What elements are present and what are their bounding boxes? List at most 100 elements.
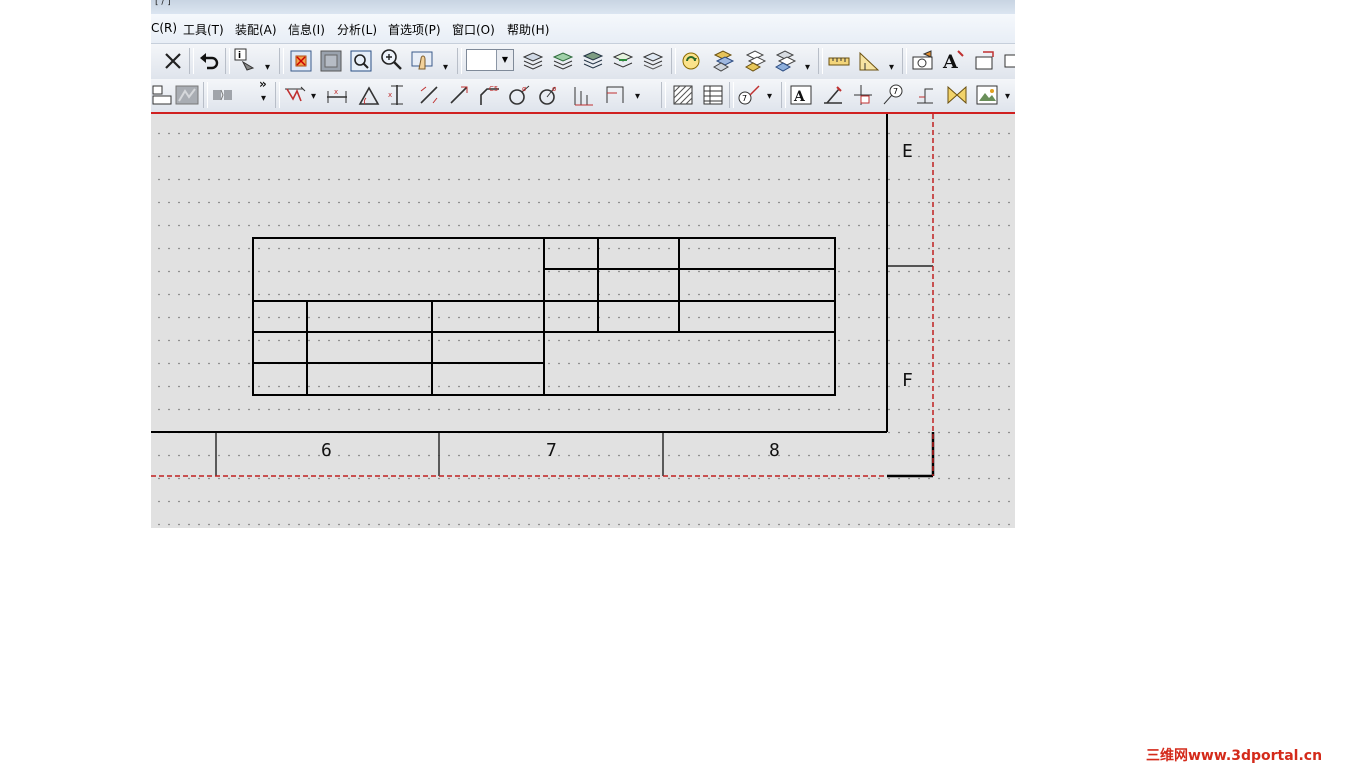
svg-text:7: 7 — [893, 87, 898, 96]
toolbar-separator — [781, 82, 786, 108]
overflow-dropdown-arrow[interactable]: ▾ — [261, 93, 266, 104]
drawing-canvas[interactable]: 6 7 8 E F — [151, 114, 1015, 528]
layer-category-icon[interactable] — [641, 49, 665, 73]
chamfer-c5-icon[interactable]: C5 — [477, 83, 501, 107]
menu-item-window[interactable]: 窗口(O) — [452, 21, 495, 38]
menu-bar: C(R) 工具(T) 装配(A) 信息(I) 分析(L) 首选项(P) 窗口(O… — [151, 14, 1015, 44]
menu-item-format[interactable]: C(R) — [151, 21, 177, 35]
watermark-logo: 三维网www.3dportal.cn — [1146, 748, 1323, 764]
menu-item-preferences[interactable]: 首选项(P) — [388, 21, 441, 38]
layer-visible-icon[interactable] — [551, 49, 575, 73]
work-layer-combo[interactable]: ▼ — [466, 49, 514, 71]
id-symbol-icon[interactable]: 7 — [737, 83, 761, 107]
show-all-icon[interactable] — [773, 49, 797, 73]
measure-dropdown-arrow[interactable]: ▾ — [889, 62, 894, 73]
radius-dimension-icon[interactable]: ø — [537, 83, 561, 107]
toolbar-overflow-chevron[interactable]: » — [259, 77, 267, 91]
menu-item-tools[interactable]: 工具(T) — [183, 21, 224, 38]
pan-icon[interactable] — [411, 49, 435, 73]
drawing-sheet — [151, 114, 935, 478]
note-text-icon[interactable]: A — [789, 83, 813, 107]
dimension-dropdown-arrow[interactable]: ▾ — [311, 91, 316, 102]
ordinate-dimension-icon[interactable] — [571, 83, 595, 107]
zoom-window-icon[interactable] — [319, 49, 343, 73]
drawing-frame — [151, 114, 935, 478]
show-hide-icon[interactable] — [711, 49, 735, 73]
svg-text:ø: ø — [522, 85, 527, 93]
edit-dimension-icon[interactable] — [973, 49, 997, 73]
toolbar-separator — [203, 82, 208, 108]
toolbar-separator — [225, 48, 230, 74]
dimension-more-dropdown-arrow[interactable]: ▾ — [635, 91, 640, 102]
auto-dimension-icon[interactable] — [283, 83, 307, 107]
zone-column-label: 8 — [769, 440, 780, 461]
perpendicular-dimension-icon[interactable] — [417, 83, 441, 107]
refresh-icon[interactable] — [679, 49, 703, 73]
crosshatch-icon[interactable] — [671, 83, 695, 107]
drafting-toolbar: » ▾ ▾ x x C5 ø ø ▾ 7 ▾ A 7 ▾ — [151, 77, 1015, 113]
baseline-dimension-icon[interactable] — [603, 83, 627, 107]
svg-text:x: x — [388, 91, 392, 99]
menu-item-help[interactable]: 帮助(H) — [507, 21, 549, 38]
view-layout-icon[interactable] — [151, 83, 175, 107]
feature-control-icon[interactable] — [821, 83, 845, 107]
chamfer-dimension-icon[interactable] — [447, 83, 471, 107]
vertical-dimension-icon[interactable]: x — [385, 83, 409, 107]
table-icon[interactable] — [701, 83, 725, 107]
horizontal-dimension-icon[interactable]: x — [325, 83, 349, 107]
move-to-layer-icon[interactable] — [581, 49, 605, 73]
svg-text:A: A — [793, 89, 806, 105]
zone-row-label: F — [902, 370, 913, 391]
toolbar-separator — [818, 48, 823, 74]
more-tools-icon[interactable] — [1003, 49, 1015, 73]
chevron-down-icon[interactable]: ▼ — [496, 50, 513, 70]
info-dropdown-arrow[interactable]: ▾ — [265, 62, 270, 73]
weld-symbol-icon[interactable] — [913, 83, 937, 107]
title-text: [ / ] — [155, 0, 171, 7]
menu-item-info[interactable]: 信息(I) — [288, 21, 325, 38]
svg-text:ø: ø — [552, 85, 557, 93]
toolbar-separator — [279, 48, 284, 74]
diameter-dimension-icon[interactable]: ø — [507, 83, 531, 107]
delete-icon[interactable] — [161, 49, 185, 73]
image-icon[interactable] — [975, 83, 999, 107]
measure-angle-icon[interactable] — [857, 49, 881, 73]
datum-feature-icon[interactable] — [851, 83, 875, 107]
toolbar-separator — [729, 82, 734, 108]
toolbar-separator — [902, 48, 907, 74]
balloon-icon[interactable]: 7 — [881, 83, 905, 107]
image-dropdown-arrow[interactable]: ▾ — [1005, 91, 1010, 102]
toolbar-separator — [661, 82, 666, 108]
fit-view-icon[interactable] — [289, 49, 313, 73]
show-hide-dropdown-arrow[interactable]: ▾ — [805, 62, 810, 73]
measure-distance-icon[interactable] — [827, 49, 851, 73]
undo-icon[interactable] — [197, 49, 221, 73]
svg-text:x: x — [334, 88, 338, 96]
view-dropdown-arrow[interactable]: ▾ — [443, 62, 448, 73]
copy-to-layer-icon[interactable] — [611, 49, 635, 73]
symbol-dropdown-arrow[interactable]: ▾ — [767, 91, 772, 102]
toolbar-separator — [189, 48, 194, 74]
title-bar: [ / ] — [151, 0, 1015, 14]
info-icon[interactable]: i — [233, 48, 257, 72]
target-point-icon[interactable] — [945, 83, 969, 107]
zone-column-label: 6 — [321, 440, 332, 461]
hide-icon[interactable] — [743, 49, 767, 73]
zoom-area-icon[interactable] — [349, 49, 373, 73]
break-view-icon — [211, 83, 235, 107]
camera-icon[interactable] — [911, 49, 935, 73]
text-style-icon[interactable]: A — [941, 48, 965, 72]
layer-settings-icon[interactable] — [521, 49, 545, 73]
standard-toolbar: i ▾ ▾ ▼ ▾ ▾ A — [151, 44, 1015, 80]
svg-text:A: A — [942, 51, 958, 72]
title-block — [252, 237, 836, 396]
cad-application-window: [ / ] C(R) 工具(T) 装配(A) 信息(I) 分析(L) 首选项(P… — [151, 0, 1015, 528]
zone-column-label: 7 — [546, 440, 557, 461]
zoom-in-out-icon[interactable] — [379, 47, 403, 71]
svg-text:7: 7 — [742, 94, 747, 103]
toolbar-separator — [671, 48, 676, 74]
angular-dimension-icon[interactable] — [357, 83, 381, 107]
menu-item-analysis[interactable]: 分析(L) — [337, 21, 377, 38]
svg-text:C5: C5 — [489, 85, 498, 93]
menu-item-assembly[interactable]: 装配(A) — [235, 21, 277, 38]
